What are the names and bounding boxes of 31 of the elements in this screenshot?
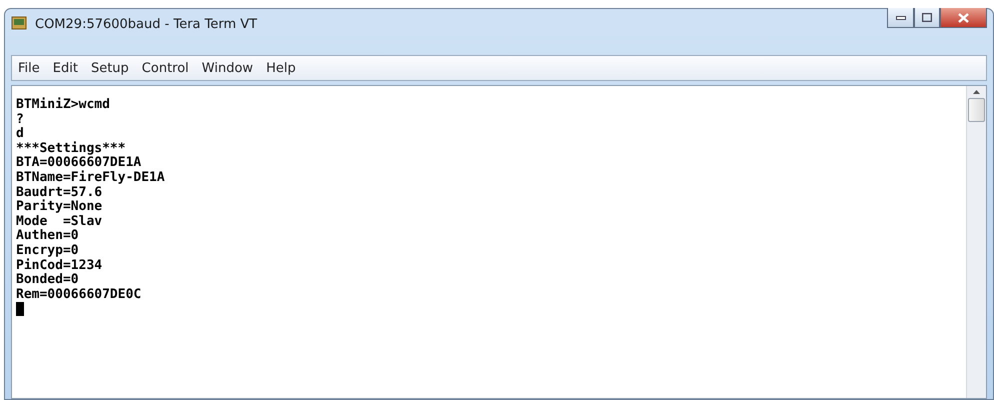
close-button[interactable] — [940, 8, 987, 28]
terminal-line: BTA=00066607DE1A — [16, 156, 142, 170]
menu-item[interactable]: Edit — [52, 60, 78, 76]
menu-item[interactable]: Window — [202, 60, 254, 76]
terminal-line: Encryp=0 — [16, 244, 80, 258]
app-icon — [11, 15, 27, 31]
maximize-icon — [922, 13, 932, 22]
scrollbar[interactable] — [966, 86, 986, 398]
terminal-line: Rem=00066607DE0C — [16, 288, 142, 302]
menu-item[interactable]: Setup — [90, 60, 129, 76]
terminal-line: Parity=None — [16, 200, 104, 215]
minimize-button[interactable] — [887, 8, 914, 28]
scroll-thumb[interactable] — [968, 98, 985, 122]
scroll-up-icon[interactable] — [973, 90, 980, 94]
maximize-button[interactable] — [914, 8, 940, 28]
terminal-line: BTMiniZ>wcmd — [16, 98, 111, 113]
terminal-line: d — [16, 127, 24, 142]
terminal-line: PinCod=1234 — [16, 258, 104, 273]
terminal-line: ***Settings*** — [16, 142, 127, 156]
terminal-line: Authen=0 — [16, 229, 80, 244]
menu-item[interactable]: Control — [142, 60, 189, 76]
menu-item[interactable]: Help — [266, 60, 296, 76]
terminal-line: ? — [16, 112, 25, 127]
minimize-icon — [896, 16, 906, 20]
terminal-line: Bonded=0 — [16, 273, 80, 288]
terminal-line: BTName=FireFly-DE1A — [16, 170, 166, 186]
menu-item[interactable]: File — [18, 60, 40, 76]
terminal-line: Baudrt=57.6 — [16, 186, 104, 200]
close-icon — [958, 12, 969, 22]
terminal-line: Mode =Slav — [16, 214, 104, 229]
window-title: COM29:57600baud - Tera Term VT — [35, 17, 258, 32]
